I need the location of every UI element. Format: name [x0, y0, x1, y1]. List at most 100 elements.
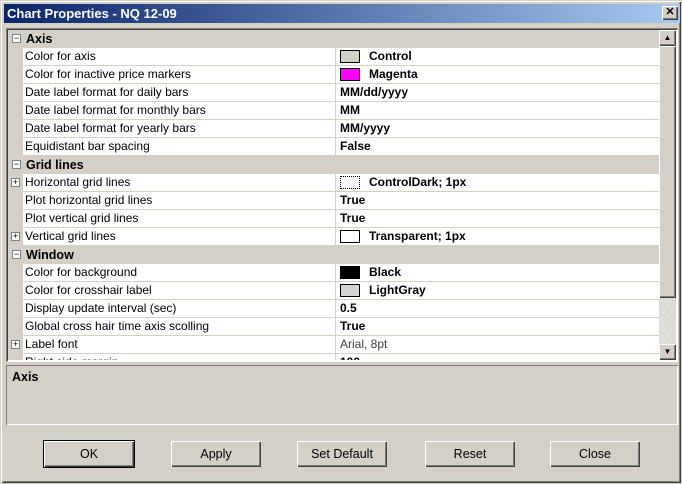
window-title: Chart Properties - NQ 12-09: [7, 6, 177, 21]
property-row[interactable]: Date label format for yearly bars MM/yyyy: [8, 120, 659, 138]
property-row[interactable]: Plot horizontal grid lines True: [8, 192, 659, 210]
property-value-text: MM/yyyy: [340, 121, 391, 135]
row-gutter: [8, 282, 23, 300]
property-row[interactable]: Right side margin 100: [8, 354, 659, 360]
property-value[interactable]: MM/yyyy: [336, 120, 659, 138]
property-value[interactable]: True: [336, 192, 659, 210]
close-button[interactable]: Close: [550, 441, 640, 467]
category-row[interactable]: − Window: [8, 246, 659, 264]
set-default-button[interactable]: Set Default: [297, 441, 387, 467]
category-row[interactable]: − Axis: [8, 30, 659, 48]
scroll-up-button[interactable]: ▲: [659, 30, 676, 46]
vertical-scrollbar[interactable]: ▲ ▼: [659, 30, 676, 360]
property-row[interactable]: Color for axis Control: [8, 48, 659, 66]
row-gutter: [8, 210, 23, 228]
row-gutter: [8, 84, 23, 102]
property-value-text: MM/dd/yyyy: [340, 85, 409, 99]
property-value[interactable]: Arial, 8pt: [336, 336, 659, 354]
property-value-text: 100: [340, 354, 360, 360]
property-row[interactable]: Date label format for daily bars MM/dd/yy…: [8, 84, 659, 102]
row-gutter: [8, 138, 23, 156]
property-value[interactable]: True: [336, 210, 659, 228]
color-swatch: [340, 176, 360, 189]
property-value-text: Control: [369, 49, 412, 63]
row-gutter: [8, 66, 23, 84]
close-icon[interactable]: ✕: [662, 6, 678, 20]
scrollbar-thumb[interactable]: [659, 46, 676, 298]
property-value[interactable]: ControlDark; 1px: [336, 174, 659, 192]
property-name: Vertical grid lines: [23, 228, 336, 246]
row-gutter: [8, 48, 23, 66]
property-value-text: Transparent; 1px: [369, 229, 466, 243]
property-name: Date label format for daily bars: [23, 84, 336, 102]
collapse-icon[interactable]: −: [12, 160, 21, 169]
property-value[interactable]: True: [336, 318, 659, 336]
property-name: Color for background: [23, 264, 336, 282]
row-gutter: +: [8, 336, 23, 354]
property-row[interactable]: Display update interval (sec) 0.5: [8, 300, 659, 318]
reset-button-label: Reset: [453, 447, 487, 461]
collapse-icon[interactable]: −: [12, 34, 21, 43]
property-row[interactable]: + Horizontal grid lines ControlDark; 1px: [8, 174, 659, 192]
property-value[interactable]: MM/dd/yyyy: [336, 84, 659, 102]
property-grid: − Axis Color for axis Control Color for inac…: [6, 28, 678, 362]
property-value[interactable]: MM: [336, 102, 659, 120]
expand-icon[interactable]: +: [11, 178, 20, 187]
row-gutter: [8, 318, 23, 336]
property-value-text: True: [340, 211, 366, 225]
property-row[interactable]: Equidistant bar spacing False: [8, 138, 659, 156]
description-panel: Axis: [6, 365, 678, 425]
row-gutter: [8, 120, 23, 138]
close-button-label: Close: [579, 447, 611, 461]
property-value[interactable]: Transparent; 1px: [336, 228, 659, 246]
property-name: Plot horizontal grid lines: [23, 192, 336, 210]
property-value[interactable]: Magenta: [336, 66, 659, 84]
property-name: Global cross hair time axis scolling: [23, 318, 336, 336]
property-row[interactable]: Plot vertical grid lines True: [8, 210, 659, 228]
scroll-down-button[interactable]: ▼: [659, 344, 676, 360]
property-row[interactable]: Color for crosshair label LightGray: [8, 282, 659, 300]
color-swatch: [340, 50, 360, 63]
property-value[interactable]: LightGray: [336, 282, 659, 300]
property-value[interactable]: Black: [336, 264, 659, 282]
property-name: Color for axis: [23, 48, 336, 66]
property-name: Plot vertical grid lines: [23, 210, 336, 228]
property-row[interactable]: Global cross hair time axis scolling True: [8, 318, 659, 336]
category-row[interactable]: − Grid lines: [8, 156, 659, 174]
ok-button[interactable]: OK: [43, 440, 135, 468]
property-row[interactable]: Color for background Black: [8, 264, 659, 282]
property-row[interactable]: Date label format for monthly bars MM: [8, 102, 659, 120]
color-swatch: [340, 284, 360, 297]
property-row[interactable]: Color for inactive price markers Magenta: [8, 66, 659, 84]
property-value-text: True: [340, 319, 366, 333]
property-row[interactable]: + Label font Arial, 8pt: [8, 336, 659, 354]
apply-button[interactable]: Apply: [171, 441, 261, 467]
property-value[interactable]: False: [336, 138, 659, 156]
row-gutter: [8, 300, 23, 318]
property-row[interactable]: + Vertical grid lines Transparent; 1px: [8, 228, 659, 246]
title-bar[interactable]: Chart Properties - NQ 12-09 ✕: [4, 4, 680, 23]
property-value-text: Magenta: [369, 67, 418, 81]
property-name: Horizontal grid lines: [23, 174, 336, 192]
property-value[interactable]: Control: [336, 48, 659, 66]
row-gutter: [8, 102, 23, 120]
property-value-text: 0.5: [340, 301, 357, 315]
expand-icon[interactable]: +: [11, 340, 20, 349]
collapse-icon[interactable]: −: [12, 250, 21, 259]
property-value[interactable]: 0.5: [336, 300, 659, 318]
color-swatch: [340, 68, 360, 81]
category-label: Axis: [26, 32, 53, 46]
reset-button[interactable]: Reset: [425, 441, 515, 467]
color-swatch: [340, 230, 360, 243]
property-value-text: Black: [369, 265, 402, 279]
property-name: Color for inactive price markers: [23, 66, 336, 84]
property-value-text: False: [340, 139, 371, 153]
property-value-text: True: [340, 193, 366, 207]
property-name: Right side margin: [23, 354, 336, 360]
property-name: Display update interval (sec): [23, 300, 336, 318]
property-value[interactable]: 100: [336, 354, 659, 360]
row-gutter: +: [8, 228, 23, 246]
property-name: Date label format for monthly bars: [23, 102, 336, 120]
ok-button-label: OK: [79, 447, 99, 461]
expand-icon[interactable]: +: [11, 232, 20, 241]
